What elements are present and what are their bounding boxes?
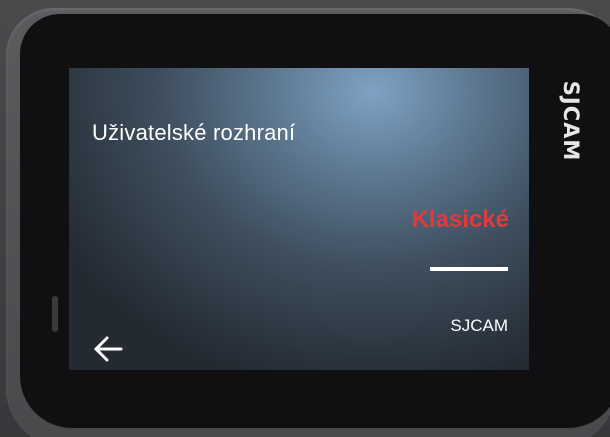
brand-logo-text: SJCAM	[559, 80, 583, 162]
option-classic[interactable]: Klasické	[412, 206, 509, 234]
camera-ui-stage: SJCAM Uživatelské rozhraní Klasické SJCA…	[0, 0, 610, 437]
option-divider	[430, 267, 508, 271]
side-button[interactable]	[52, 296, 58, 332]
arrow-left-icon[interactable]	[91, 332, 125, 366]
camera-screen: Uživatelské rozhraní Klasické SJCAM	[69, 68, 529, 370]
option-sjcam[interactable]: SJCAM	[450, 316, 508, 336]
brand-logo: SJCAM	[551, 71, 591, 171]
page-title: Uživatelské rozhraní	[92, 120, 296, 145]
